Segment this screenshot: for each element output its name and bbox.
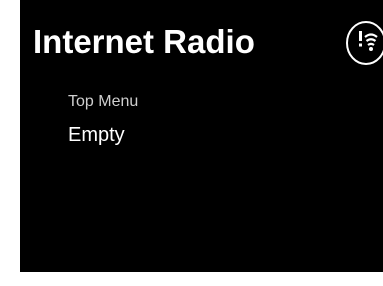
wifi-warning-icon: [346, 21, 383, 65]
menu-item-empty[interactable]: Empty: [68, 122, 125, 148]
radio-screen: Internet Radio Top Menu Empty: [20, 0, 383, 272]
app-title: Internet Radio: [33, 23, 255, 60]
menu-heading: Top Menu: [68, 93, 139, 110]
